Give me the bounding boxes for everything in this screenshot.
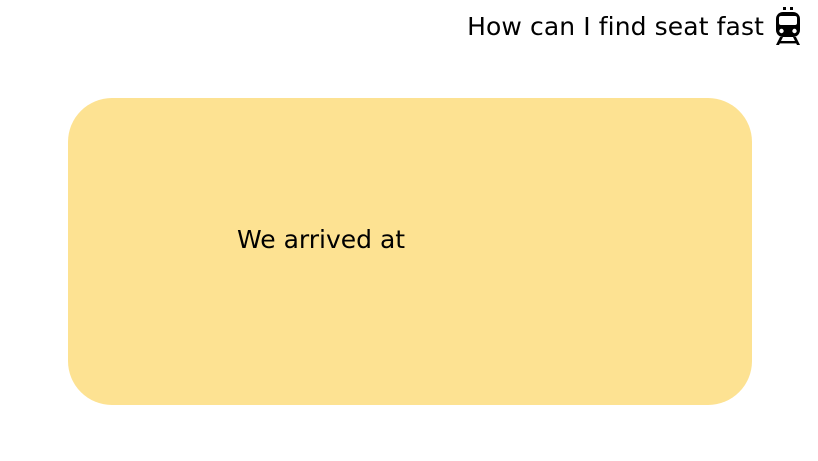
header: How can I find seat fast — [467, 6, 802, 46]
card-text: We arrived at — [237, 225, 406, 254]
tram-icon — [776, 7, 800, 45]
slide: How can I find seat fast We arrived at — [0, 0, 818, 461]
question-text: How can I find seat fast — [467, 11, 764, 41]
content-card: We arrived at — [68, 98, 752, 405]
